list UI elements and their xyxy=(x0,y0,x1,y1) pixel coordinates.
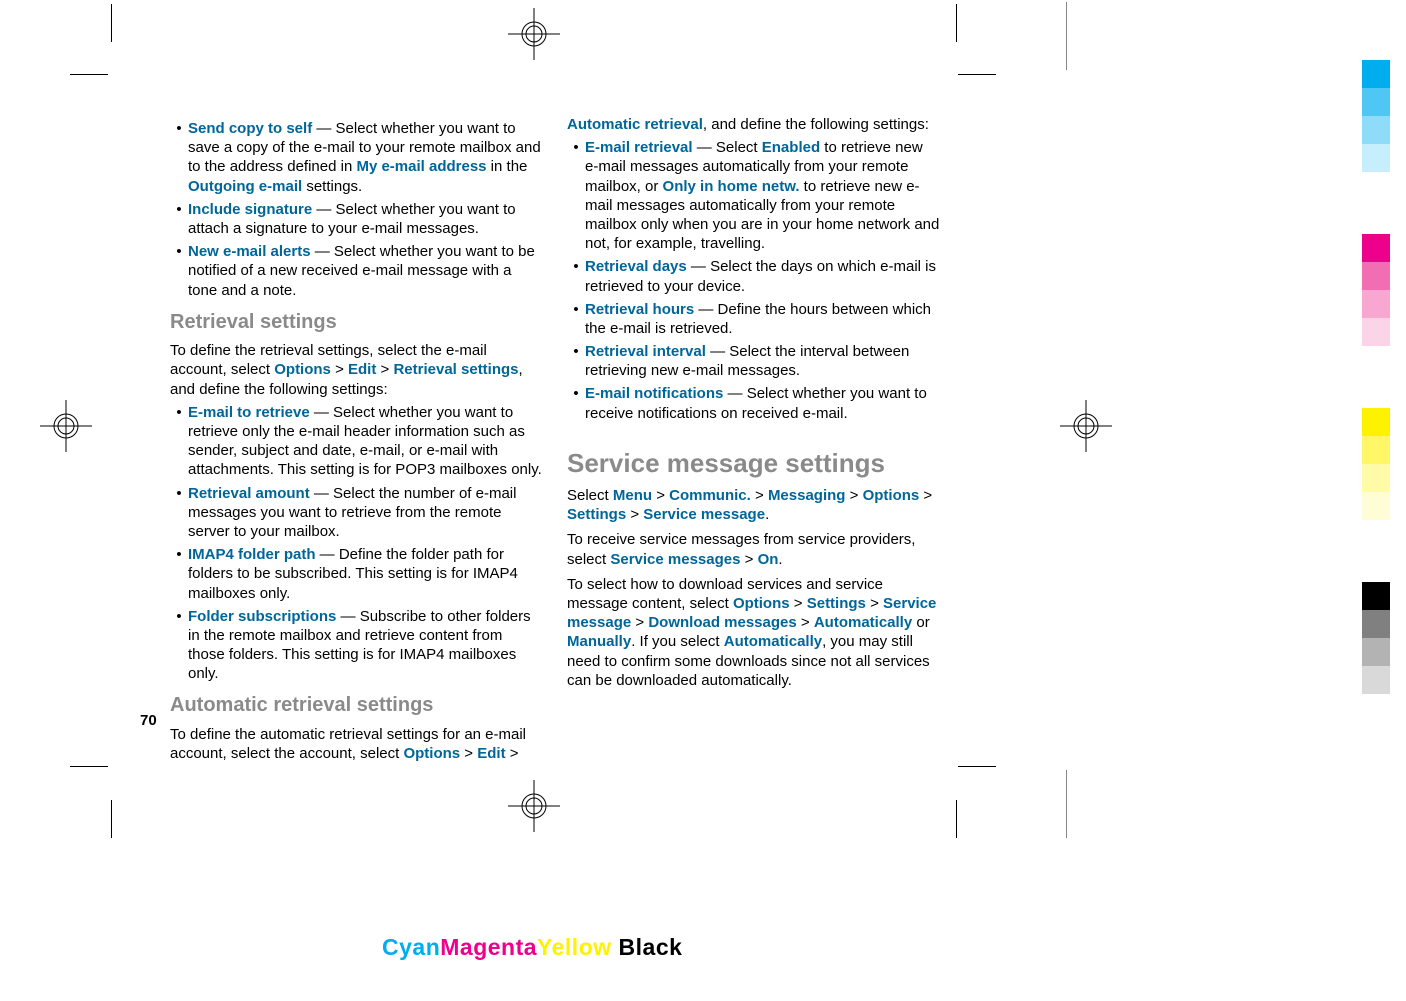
bullet-icon: • xyxy=(170,119,188,138)
list-item: •E-mail to retrieve — Select whether you… xyxy=(170,403,543,480)
cropmark xyxy=(111,4,112,42)
paragraph: To select how to download services and s… xyxy=(567,575,940,690)
heading-auto-retrieval: Automatic retrieval settings xyxy=(170,693,543,719)
list-item-text: Retrieval hours — Define the hours betwe… xyxy=(585,300,940,338)
list-item-text: Retrieval interval — Select the interval… xyxy=(585,342,940,380)
color-swatch xyxy=(1362,318,1390,346)
cropmark xyxy=(70,766,108,767)
list-item: •Retrieval amount — Select the number of… xyxy=(170,484,543,542)
color-swatch xyxy=(1362,638,1390,666)
paragraph: To define the automatic retrieval settin… xyxy=(170,725,543,763)
bullet-icon: • xyxy=(567,384,585,403)
bullet-list: •E-mail retrieval — Select Enabled to re… xyxy=(567,138,940,423)
hairline xyxy=(1066,770,1067,838)
cropmark xyxy=(111,800,112,838)
list-item: •New e-mail alerts — Select whether you … xyxy=(170,242,543,300)
bullet-icon: • xyxy=(567,300,585,319)
list-item: •Folder subscriptions — Subscribe to oth… xyxy=(170,607,543,684)
cyan-label: Cyan xyxy=(382,934,440,960)
paragraph: Automatic retrieval, and define the foll… xyxy=(567,115,940,134)
list-item-text: Send copy to self — Select whether you w… xyxy=(188,119,543,196)
color-swatch xyxy=(1362,262,1390,290)
list-item: •IMAP4 folder path — Define the folder p… xyxy=(170,545,543,603)
list-item-text: Retrieval amount — Select the number of … xyxy=(188,484,543,542)
list-item-text: E-mail to retrieve — Select whether you … xyxy=(188,403,543,480)
color-swatch xyxy=(1362,234,1390,262)
list-item-text: E-mail retrieval — Select Enabled to ret… xyxy=(585,138,940,253)
bullet-list: •Send copy to self — Select whether you … xyxy=(170,119,543,300)
bullet-icon: • xyxy=(170,484,188,503)
color-swatch xyxy=(1362,144,1390,172)
paragraph: To define the retrieval settings, select… xyxy=(170,341,543,399)
color-swatch xyxy=(1362,436,1390,464)
heading-service-message: Service message settings xyxy=(567,447,940,480)
heading-retrieval: Retrieval settings xyxy=(170,310,543,336)
list-item: •Retrieval days — Select the days on whi… xyxy=(567,257,940,295)
registration-mark-icon xyxy=(508,780,560,832)
bullet-icon: • xyxy=(170,403,188,422)
list-item: •Send copy to self — Select whether you … xyxy=(170,119,543,196)
cropmark xyxy=(958,766,996,767)
list-item: •Retrieval interval — Select the interva… xyxy=(567,342,940,380)
color-swatch xyxy=(1362,290,1390,318)
bullet-icon: • xyxy=(170,607,188,626)
yellow-label: Yellow xyxy=(537,934,612,960)
hairline xyxy=(1066,2,1067,70)
cropmark xyxy=(70,74,108,75)
list-item-text: E-mail notifications — Select whether yo… xyxy=(585,384,940,422)
color-swatch xyxy=(1362,60,1390,88)
cropmark xyxy=(956,4,957,42)
list-item-text: Include signature — Select whether you w… xyxy=(188,200,543,238)
bullet-icon: • xyxy=(170,242,188,261)
cmyk-label: CyanMagentaYellow Black xyxy=(382,934,682,961)
column-right: Automatic retrieval, and define the foll… xyxy=(567,115,940,763)
bullet-icon: • xyxy=(567,257,585,276)
bullet-icon: • xyxy=(170,200,188,219)
list-item: •Include signature — Select whether you … xyxy=(170,200,543,238)
color-swatch xyxy=(1362,464,1390,492)
list-item-text: Folder subscriptions — Subscribe to othe… xyxy=(188,607,543,684)
color-swatch xyxy=(1362,346,1390,408)
page-content: •Send copy to self — Select whether you … xyxy=(170,115,940,763)
bullet-icon: • xyxy=(567,138,585,157)
magenta-label: Magenta xyxy=(440,934,537,960)
black-label: Black xyxy=(619,934,683,960)
list-item-text: IMAP4 folder path — Define the folder pa… xyxy=(188,545,543,603)
color-swatch xyxy=(1362,610,1390,638)
paragraph: To receive service messages from service… xyxy=(567,530,940,568)
color-swatch xyxy=(1362,520,1390,582)
bullet-icon: • xyxy=(567,342,585,361)
paragraph: Select Menu > Communic. > Messaging > Op… xyxy=(567,486,940,524)
column-left: •Send copy to self — Select whether you … xyxy=(170,115,543,763)
list-item: •E-mail notifications — Select whether y… xyxy=(567,384,940,422)
color-swatch xyxy=(1362,88,1390,116)
registration-mark-icon xyxy=(508,8,560,60)
color-swatch xyxy=(1362,172,1390,234)
list-item-text: New e-mail alerts — Select whether you w… xyxy=(188,242,543,300)
bullet-list: •E-mail to retrieve — Select whether you… xyxy=(170,403,543,684)
bullet-icon: • xyxy=(170,545,188,564)
color-bar xyxy=(1362,60,1390,694)
color-swatch xyxy=(1362,582,1390,610)
color-swatch xyxy=(1362,666,1390,694)
page-number: 70 xyxy=(140,712,157,729)
list-item: •E-mail retrieval — Select Enabled to re… xyxy=(567,138,940,253)
list-item: •Retrieval hours — Define the hours betw… xyxy=(567,300,940,338)
color-swatch xyxy=(1362,492,1390,520)
cropmark xyxy=(958,74,996,75)
color-swatch xyxy=(1362,116,1390,144)
registration-mark-icon xyxy=(1060,400,1112,452)
list-item-text: Retrieval days — Select the days on whic… xyxy=(585,257,940,295)
cropmark xyxy=(956,800,957,838)
color-swatch xyxy=(1362,408,1390,436)
registration-mark-icon xyxy=(40,400,92,452)
